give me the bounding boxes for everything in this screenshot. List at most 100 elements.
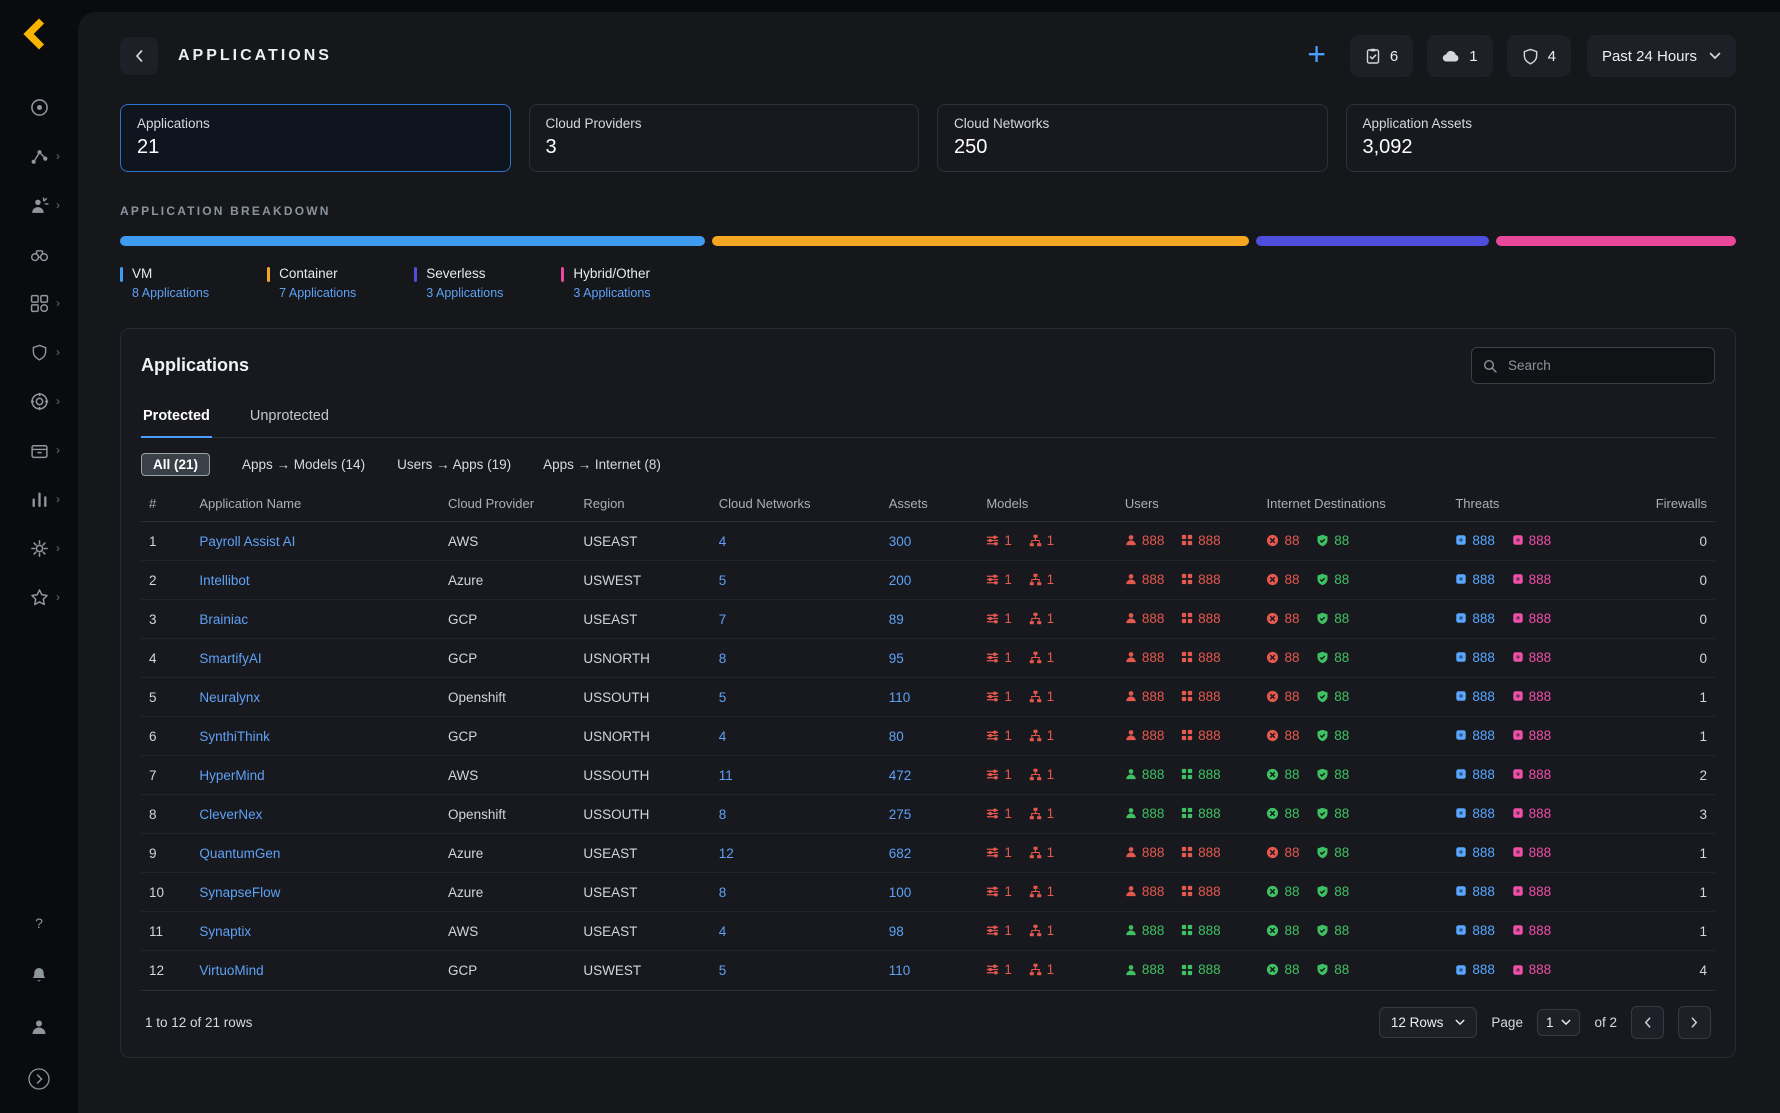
user-groups-count[interactable]: 888 [1181,572,1221,587]
users-count[interactable]: 888 [1125,962,1165,977]
threats-blue-count[interactable]: 888 [1455,806,1495,821]
stat-card-cloud-networks[interactable]: Cloud Networks 250 [937,104,1328,172]
column-region[interactable]: Region [575,486,710,522]
legend-count-link[interactable]: 7 Applications [279,286,356,300]
table-row[interactable]: 1 Payroll Assist AI AWS USEAST 4 300 1 1… [141,522,1715,561]
cloud-networks-link[interactable]: 4 [719,534,727,549]
table-row[interactable]: 5 Neuralynx Openshift USSOUTH 5 110 1 1 … [141,678,1715,717]
assets-link[interactable]: 80 [889,729,904,744]
filter-apps-internet-8[interactable]: Apps → Internet (8) [543,457,661,472]
threats-pink-count[interactable]: 888 [1512,923,1552,938]
users-count[interactable]: 888 [1125,650,1165,665]
sidebar-collapse-button[interactable] [15,1063,63,1095]
cloud-networks-link[interactable]: 12 [719,846,734,861]
stat-card-cloud-providers[interactable]: Cloud Providers 3 [529,104,920,172]
threats-pink-count[interactable]: 888 [1512,767,1552,782]
models-sitemap-count[interactable]: 1 [1029,845,1055,860]
models-sitemap-count[interactable]: 1 [1029,806,1055,821]
table-row[interactable]: 10 SynapseFlow Azure USEAST 8 100 1 1 88… [141,873,1715,912]
column-users[interactable]: Users [1117,486,1259,522]
assets-link[interactable]: 275 [889,807,912,822]
user-groups-count[interactable]: 888 [1181,611,1221,626]
filter-users-apps-19[interactable]: Users → Apps (19) [397,457,511,472]
user-groups-count[interactable]: 888 [1181,962,1221,977]
user-groups-count[interactable]: 888 [1181,923,1221,938]
cloud-networks-link[interactable]: 5 [719,963,727,978]
sidebar-item-archive-box[interactable]: › [15,430,63,470]
users-count[interactable]: 888 [1125,611,1165,626]
models-count[interactable]: 1 [986,962,1012,977]
sidebar-item-gear[interactable]: › [15,528,63,568]
column-cloud-provider[interactable]: Cloud Provider [440,486,575,522]
protected-destinations-count[interactable]: 88 [1316,845,1349,860]
stat-card-application-assets[interactable]: Application Assets 3,092 [1346,104,1737,172]
threats-blue-count[interactable]: 888 [1455,533,1495,548]
models-count[interactable]: 1 [986,806,1012,821]
models-sitemap-count[interactable]: 1 [1029,650,1055,665]
application-name-link[interactable]: Neuralynx [199,690,260,705]
threats-pink-count[interactable]: 888 [1512,962,1552,977]
blocked-destinations-count[interactable]: 88 [1266,884,1299,899]
stat-card-applications[interactable]: Applications 21 [120,104,511,172]
table-row[interactable]: 11 Synaptix AWS USEAST 4 98 1 1 888 888 … [141,912,1715,951]
blocked-destinations-count[interactable]: 88 [1266,845,1299,860]
blocked-destinations-count[interactable]: 88 [1266,962,1299,977]
models-count[interactable]: 1 [986,533,1012,548]
sidebar-bell-button[interactable] [15,959,63,991]
tab-protected[interactable]: Protected [141,400,212,438]
models-count[interactable]: 1 [986,767,1012,782]
previous-page-button[interactable] [1631,1006,1664,1039]
protected-destinations-count[interactable]: 88 [1316,689,1349,704]
assets-link[interactable]: 95 [889,651,904,666]
cloud-networks-link[interactable]: 5 [719,690,727,705]
threats-blue-count[interactable]: 888 [1455,962,1495,977]
application-name-link[interactable]: Brainiac [199,612,248,627]
models-count[interactable]: 1 [986,572,1012,587]
models-count[interactable]: 1 [986,923,1012,938]
assets-link[interactable]: 100 [889,885,912,900]
models-sitemap-count[interactable]: 1 [1029,689,1055,704]
search-input[interactable] [1506,357,1703,374]
assets-link[interactable]: 300 [889,534,912,549]
threats-pink-count[interactable]: 888 [1512,650,1552,665]
back-button[interactable] [120,37,158,75]
threats-blue-count[interactable]: 888 [1455,728,1495,743]
sidebar-item-bar-chart[interactable]: › [15,479,63,519]
cloud-networks-link[interactable]: 4 [719,924,727,939]
models-sitemap-count[interactable]: 1 [1029,923,1055,938]
next-page-button[interactable] [1678,1006,1711,1039]
sidebar-help-button[interactable]: ? [15,907,63,939]
table-row[interactable]: 6 SynthiThink GCP USNORTH 4 80 1 1 888 8… [141,717,1715,756]
tasks-counter-button[interactable]: 6 [1350,35,1413,77]
column-cloud-networks[interactable]: Cloud Networks [711,486,881,522]
threats-pink-count[interactable]: 888 [1512,806,1552,821]
cloud-networks-link[interactable]: 8 [719,885,727,900]
table-row[interactable]: 8 CleverNex Openshift USSOUTH 8 275 1 1 … [141,795,1715,834]
protected-destinations-count[interactable]: 88 [1316,611,1349,626]
threats-pink-count[interactable]: 888 [1512,845,1552,860]
threats-blue-count[interactable]: 888 [1455,845,1495,860]
assets-link[interactable]: 98 [889,924,904,939]
application-name-link[interactable]: CleverNex [199,807,262,822]
models-sitemap-count[interactable]: 1 [1029,572,1055,587]
models-sitemap-count[interactable]: 1 [1029,611,1055,626]
user-groups-count[interactable]: 888 [1181,845,1221,860]
table-row[interactable]: 9 QuantumGen Azure USEAST 12 682 1 1 888… [141,834,1715,873]
table-row[interactable]: 3 Brainiac GCP USEAST 7 89 1 1 888 888 8… [141,600,1715,639]
application-name-link[interactable]: Synaptix [199,924,251,939]
threats-blue-count[interactable]: 888 [1455,923,1495,938]
protected-destinations-count[interactable]: 88 [1316,572,1349,587]
clouds-counter-button[interactable]: 1 [1427,35,1492,77]
sidebar-item-star[interactable]: › [15,577,63,617]
users-count[interactable]: 888 [1125,845,1165,860]
application-name-link[interactable]: SynapseFlow [199,885,280,900]
protected-destinations-count[interactable]: 88 [1316,728,1349,743]
sidebar-item-flow[interactable]: › [15,136,63,176]
assets-link[interactable]: 89 [889,612,904,627]
blocked-destinations-count[interactable]: 88 [1266,728,1299,743]
column-num[interactable]: # [141,486,191,522]
legend-count-link[interactable]: 3 Applications [573,286,650,300]
user-groups-count[interactable]: 888 [1181,767,1221,782]
table-row[interactable]: 12 VirtuoMind GCP USWEST 5 110 1 1 888 8… [141,951,1715,990]
protected-destinations-count[interactable]: 88 [1316,650,1349,665]
